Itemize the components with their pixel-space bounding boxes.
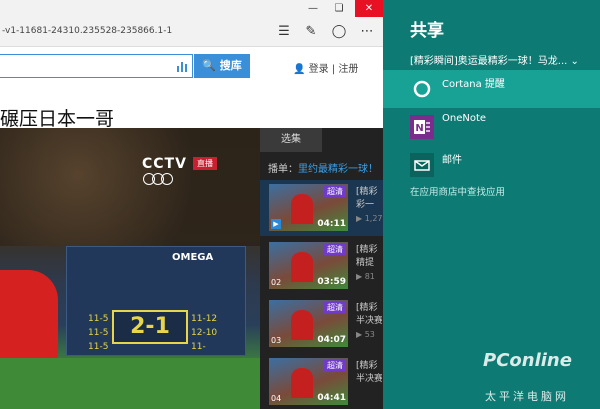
video-thumbnail: 超清 04 04:41 — [269, 358, 348, 405]
view-count: 81 — [364, 272, 375, 281]
olympic-rings-icon — [143, 173, 183, 187]
watermark-sub: 太平洋电脑网 — [485, 390, 569, 403]
item-title-line: [精彩 — [356, 245, 378, 255]
svg-text:N: N — [415, 123, 423, 134]
store-link[interactable]: 在应用商店中查找应用 — [410, 184, 505, 198]
share-target-cortana[interactable]: Cortana 提醒 — [383, 70, 600, 108]
bar-chart-icon[interactable] — [176, 60, 188, 72]
duration: 04:41 — [317, 393, 346, 403]
minimize-button[interactable]: — — [301, 0, 325, 17]
set-score: 2-1 — [112, 310, 188, 344]
search-input[interactable] — [0, 54, 193, 78]
duration: 04:11 — [317, 219, 346, 229]
item-title: [精彩 半决赛 — [356, 360, 382, 386]
title-bar: — ❏ ✕ — [0, 0, 383, 17]
channel-logo: CCTV — [142, 156, 187, 172]
item-title-line: 彩一 — [356, 200, 375, 210]
restore-button[interactable]: ❏ — [327, 0, 351, 17]
item-title-line: 半决赛 — [356, 374, 382, 384]
view-count: 1,27 — [364, 214, 383, 223]
share-target-label: OneNote — [442, 113, 487, 124]
close-button[interactable]: ✕ — [355, 0, 383, 17]
playing-icon: ▶ — [271, 219, 281, 229]
score: 12-10 — [191, 328, 218, 338]
video-thumbnail: 超清 ▶ 04:11 — [269, 184, 348, 231]
chevron-down-icon: ⌄ — [570, 56, 579, 67]
login-link[interactable]: 登录 — [309, 64, 329, 75]
item-views: ▶ 1,27 — [356, 214, 383, 223]
tab-episodes[interactable]: 选集 — [260, 128, 322, 152]
video-thumbnail: 超清 03 04:07 — [269, 300, 348, 347]
episode-number: 04 — [271, 394, 282, 403]
search-button[interactable]: 🔍 搜库 — [194, 54, 250, 78]
item-title-line: [精彩 — [356, 303, 378, 313]
playlist-heading: 播单：里约最精彩一球！ — [268, 160, 378, 175]
left-scores: 11-5 11-5 11-5 — [88, 312, 108, 354]
score: 11-5 — [88, 314, 109, 324]
item-title-line: 精提 — [356, 258, 375, 268]
share-target-mail[interactable]: 邮件 — [383, 146, 600, 184]
quality-badge: 超清 — [324, 302, 346, 313]
onenote-icon: N — [410, 115, 434, 139]
item-title-line: 半决赛 — [356, 316, 382, 326]
quality-badge: 超清 — [324, 360, 346, 371]
share-subject-text: [精彩瞬间]奥运最精彩一球！马龙... — [410, 56, 568, 67]
register-link[interactable]: 注册 — [338, 64, 358, 75]
share-icon[interactable]: ◯ — [331, 24, 347, 40]
share-target-label: Cortana 提醒 — [442, 79, 505, 90]
item-title-line: [精彩 — [356, 187, 378, 197]
share-title: 共享 — [410, 21, 444, 41]
quality-badge: 超清 — [324, 186, 346, 197]
live-badge: 直播 — [193, 157, 217, 170]
login-area: 👤 登录 | 注册 — [293, 60, 358, 75]
item-title: [精彩 半决赛 — [356, 302, 382, 328]
item-title-line: [精彩 — [356, 361, 378, 371]
playlist-item[interactable]: 超清 03 04:07 [精彩 半决赛 ▶ 53 — [260, 296, 383, 352]
share-subject-dropdown[interactable]: [精彩瞬间]奥运最精彩一球！马龙... ⌄ — [410, 52, 579, 67]
item-views: ▶ 53 — [356, 330, 375, 339]
hub-icon[interactable]: ☰ — [276, 24, 292, 40]
browser-window: — ❏ ✕ -v1-11681-24310.235528-235866.1-1 … — [0, 0, 383, 409]
playlist-item[interactable]: 超清 04 04:41 [精彩 半决赛 — [260, 354, 383, 409]
duration: 03:59 — [317, 277, 346, 287]
more-icon[interactable]: ⋯ — [359, 24, 375, 40]
cortana-icon — [413, 80, 431, 98]
search-button-label: 搜库 — [219, 59, 242, 72]
duration: 04:07 — [317, 335, 346, 345]
playlist-link[interactable]: 里约最精彩一球！ — [298, 164, 378, 175]
page-title: 碾压日本一哥 — [0, 108, 115, 130]
item-title: [精彩 精提 — [356, 244, 382, 270]
score: 11-5 — [88, 328, 109, 338]
score: 11-5 — [88, 342, 109, 352]
episode-number: 03 — [271, 336, 282, 345]
share-target-onenote[interactable]: N OneNote — [383, 108, 600, 146]
score: 11-12 — [191, 314, 218, 324]
watermark-brand: PConline — [483, 350, 572, 371]
item-title: [精彩 彩一 — [356, 186, 382, 212]
video-crowd — [0, 128, 260, 246]
episode-number: 02 — [271, 278, 282, 287]
video-thumbnail: 超清 02 03:59 — [269, 242, 348, 289]
video-floor — [0, 358, 260, 409]
playlist-heading-prefix: 播单： — [268, 164, 298, 175]
item-views: ▶ 81 — [356, 272, 375, 281]
sponsor-logo: OMEGA — [172, 252, 214, 263]
watermark: PConline 太平洋电脑网 — [483, 346, 598, 404]
playlist-panel: 选集 播单：里约最精彩一球！ 超清 ▶ 04:11 [精彩 彩一 ▶ 1,27 … — [260, 128, 383, 409]
mail-icon — [410, 153, 434, 177]
right-scores: 11-12 12-10 11- — [191, 312, 217, 354]
site-header: 🔍 搜库 👤 登录 | 注册 碾压日本一哥 — [0, 48, 383, 130]
separator: | — [331, 64, 336, 75]
web-note-icon[interactable]: ✎ — [303, 24, 319, 40]
share-target-label: 邮件 — [442, 155, 462, 166]
url-text[interactable]: -v1-11681-24310.235528-235866.1-1 — [2, 26, 172, 36]
search-icon: 🔍 — [202, 59, 216, 72]
playlist-item[interactable]: 超清 02 03:59 [精彩 精提 ▶ 81 — [260, 238, 383, 294]
view-count: 53 — [364, 330, 375, 339]
quality-badge: 超清 — [324, 244, 346, 255]
score: 11- — [191, 342, 206, 352]
playlist-item[interactable]: 超清 ▶ 04:11 [精彩 彩一 ▶ 1,27 — [260, 180, 383, 236]
address-bar[interactable]: -v1-11681-24310.235528-235866.1-1 ☰ ✎ ◯ … — [0, 17, 383, 47]
user-icon: 👤 — [293, 64, 306, 75]
